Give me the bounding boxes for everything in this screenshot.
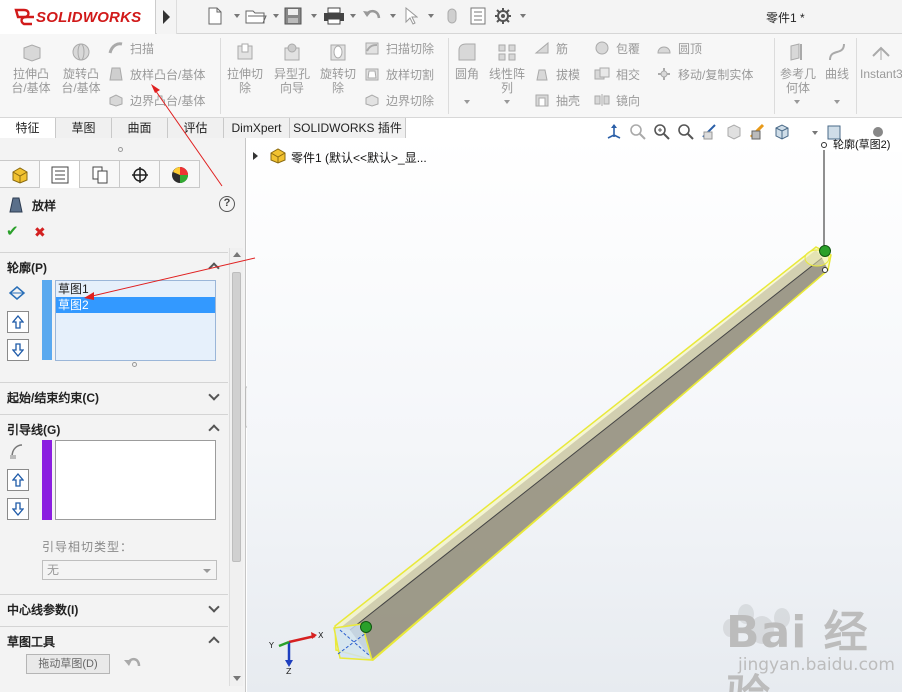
svg-text:Y: Y <box>268 641 274 650</box>
loft-body-top-face <box>340 250 822 630</box>
sketch-point <box>822 267 828 273</box>
annotation-arrowhead-icon <box>84 292 94 300</box>
svg-text:X: X <box>318 631 324 640</box>
svg-text:Z: Z <box>286 667 292 674</box>
watermark-text: Bai 经验 <box>726 607 869 692</box>
annotation-arrow-line <box>87 257 256 298</box>
loft-body-edge <box>349 257 823 631</box>
watermark-url: jingyan.baidu.com <box>738 655 895 675</box>
annotation-arrow-line <box>152 86 223 187</box>
connector-handle-end[interactable] <box>819 245 831 257</box>
connector-handle-start[interactable] <box>360 621 372 633</box>
annotation-arrowhead-icon <box>151 84 160 93</box>
sketch-point <box>821 142 827 148</box>
overlay-graphics <box>84 84 832 661</box>
coordinate-triad-icon: X Y Z <box>268 631 324 674</box>
